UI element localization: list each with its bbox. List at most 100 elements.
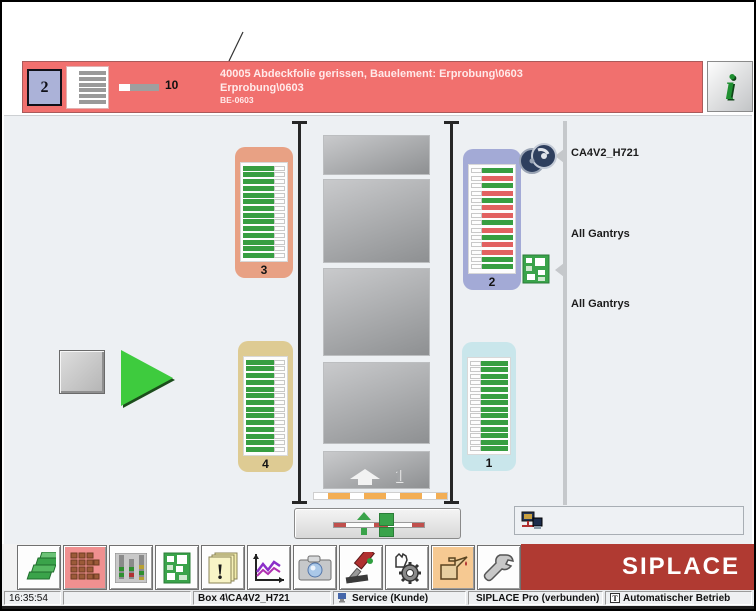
feeder-slot-bar [471, 183, 513, 189]
gantry-label-2: All Gantrys [571, 298, 630, 310]
stop-button[interactable] [59, 350, 105, 394]
feeder-slot-bar [471, 264, 513, 270]
error-log-button[interactable]: ! [201, 545, 245, 590]
feeder-slot-bar [470, 360, 508, 366]
service-button[interactable] [477, 545, 521, 590]
transport-pcb-icon [379, 513, 394, 526]
connection-status: SIPLACE Pro (verbunden) [468, 591, 603, 605]
feeder-slot-bar [470, 439, 508, 445]
statistics-button[interactable] [247, 545, 291, 590]
feeder-slot-bar [246, 393, 285, 399]
gantry-label-1: All Gantrys [571, 228, 630, 240]
user-pc-icon [338, 593, 346, 603]
svg-text:!: ! [216, 559, 223, 584]
programming-station-icon [521, 511, 543, 529]
feeder-slot-bar [243, 212, 285, 218]
camera-icon [298, 555, 332, 580]
screwdriver-icon [345, 551, 375, 584]
pcb-layout-button[interactable] [155, 545, 199, 590]
start-button[interactable] [121, 350, 173, 406]
station-status-box[interactable] [514, 506, 744, 535]
brand-logo: SIPLACE [621, 553, 740, 580]
mode-icon: T [610, 593, 620, 603]
error-line-1: 40005 Abdeckfolie gerissen, Bauelement: … [220, 68, 523, 80]
hand-gear-icon [395, 552, 421, 584]
feeder-slot-bar [470, 380, 508, 386]
feeder-slot-bar [246, 386, 285, 392]
feeder-slot-bar [470, 413, 508, 419]
feeder-slot-bar [246, 413, 285, 419]
status-bar: 16:35:54 Box 4\CA4V2_H721 Service (Kunde… [2, 590, 754, 606]
user-status: Service (Kunde) [333, 591, 466, 605]
boards-stack-button[interactable] [17, 545, 61, 590]
feeder-slot-bar [243, 253, 285, 259]
feeder-slot-bar [470, 446, 508, 452]
feeder-slot-bar [246, 359, 285, 365]
feeder-slot-bar [246, 406, 285, 412]
camera-button[interactable] [293, 545, 337, 590]
feeder-slot-bar [470, 400, 508, 406]
feeder-slot-bar [471, 197, 513, 203]
feeder-bank-1[interactable]: 1 [462, 342, 516, 471]
feeder-slot-bar [470, 393, 508, 399]
manual-operation-button[interactable] [385, 545, 429, 590]
feeder-slot-bar [470, 367, 508, 373]
feeder-slot-bar [471, 168, 513, 174]
feeder-slot-bar [471, 220, 513, 226]
machine-overview-panel: 1 3 2 4 1 CA4V2_H721 All Gantrys All Gan… [4, 115, 752, 545]
maintenance-button[interactable] [431, 545, 475, 590]
station-number: 2 [40, 78, 49, 96]
feeder-slot-bar [470, 426, 508, 432]
conveyor-rail-right [444, 121, 459, 504]
pcb-product-icon [522, 254, 550, 284]
error-line-2: Erprobung\0603 [220, 82, 304, 94]
feeder-slot-bar [246, 400, 285, 406]
alert-callout-line [228, 31, 244, 62]
info-button[interactable]: i [707, 61, 753, 112]
feeder-slot-bar [470, 433, 508, 439]
feeder-slot-bar [243, 239, 285, 245]
pcb-stack-icon [26, 551, 56, 579]
error-alert-bar[interactable]: 2 10 40005 Abdeckfolie gerissen, Bauelem… [22, 61, 703, 113]
feeder-slot-bar [243, 165, 285, 171]
feeder-slot-bar [243, 206, 285, 212]
feeder-table-button[interactable] [63, 545, 107, 590]
feeder-slot-bar [471, 212, 513, 218]
trend-chart-icon [253, 553, 284, 583]
component-reel-icon [519, 143, 557, 174]
feeder-slot-bar [246, 379, 285, 385]
feeder-slot-bar [471, 242, 513, 248]
feeder-slot-bar [243, 199, 285, 205]
feeder-slot-bar [243, 246, 285, 252]
pcb-board [323, 179, 430, 263]
feeder-slot-bar [246, 420, 285, 426]
station-number-button[interactable]: 2 [27, 69, 62, 106]
pcb-board [323, 362, 430, 444]
pcb-board [323, 268, 430, 356]
feeder-slot-bar [246, 447, 285, 453]
feeder-slot-bar [471, 227, 513, 233]
feeder-slot-bar [246, 373, 285, 379]
feeder-bank-4[interactable]: 4 [238, 341, 293, 472]
pcb-board-incoming: 1 [323, 451, 430, 489]
feeder-slot-bar [246, 440, 285, 446]
guide-notch [555, 263, 564, 277]
oil-can-icon [440, 555, 468, 580]
feeder-slot-bar [471, 205, 513, 211]
feeder-slot-bar [243, 226, 285, 232]
conveyor-belt-marker [313, 492, 448, 500]
feeder-bank-3[interactable]: 3 [235, 147, 293, 278]
feeder-slot-bar [470, 419, 508, 425]
adjust-tools-button[interactable] [339, 545, 383, 590]
conveyor-rail-left [292, 121, 307, 504]
feeder-bank-2[interactable]: 2 [463, 149, 521, 290]
feeder-slot-bar [471, 234, 513, 240]
error-progress-bar [119, 84, 159, 91]
feeder-slot-bar [243, 179, 285, 185]
operating-mode: T Automatischer Betrieb [605, 591, 752, 605]
feeder-slot-bar [471, 249, 513, 255]
feeder-slot-bar [246, 426, 285, 432]
component-stock-button[interactable] [109, 545, 153, 590]
main-toolbar: ! SIPLACE [2, 544, 754, 590]
transport-control-button[interactable] [294, 508, 461, 539]
